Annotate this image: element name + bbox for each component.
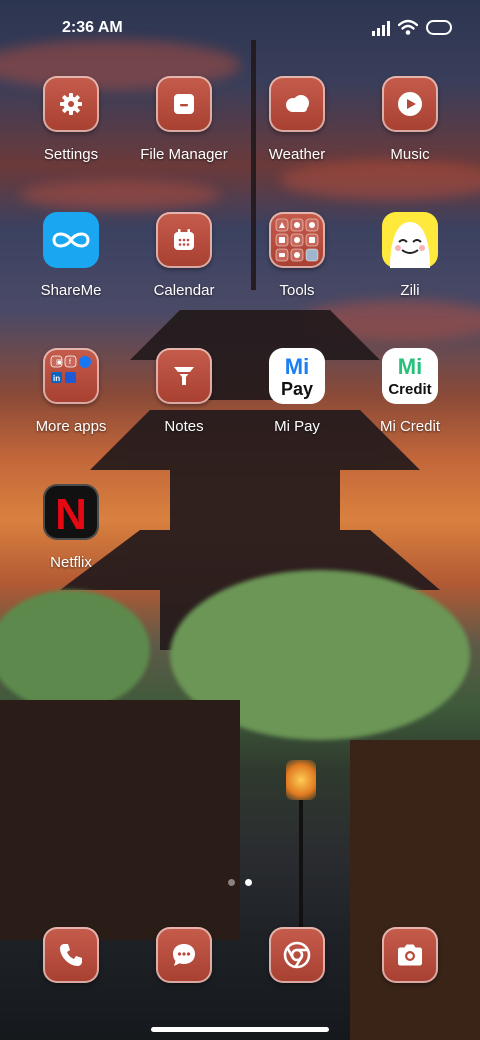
app-mi-credit[interactable]: Mi Credit Mi Credit (354, 348, 466, 435)
app-settings[interactable]: Settings (15, 76, 127, 163)
app-label: Music (390, 146, 430, 163)
logo-mi: Mi (398, 354, 422, 379)
app-file-manager[interactable]: File Manager (128, 76, 240, 163)
status-time: 2:36 AM (62, 19, 123, 36)
netflix-icon: N (43, 484, 99, 540)
dock-phone[interactable] (43, 927, 99, 983)
app-label: Netflix (50, 554, 92, 571)
app-label: Tools (279, 282, 315, 299)
app-calendar[interactable]: Calendar (128, 212, 240, 299)
status-bar: 2:36 AM (0, 0, 480, 56)
page-dot-active[interactable] (245, 879, 252, 886)
mi-pay-icon: Mi Pay (269, 348, 325, 404)
folder-icon (156, 76, 212, 132)
app-notes[interactable]: Notes (128, 348, 240, 435)
logo-credit: Credit (388, 381, 431, 398)
app-label: Notes (164, 418, 204, 435)
app-shareme[interactable]: ShareMe (15, 212, 127, 299)
dock-messages[interactable] (156, 927, 212, 983)
app-weather[interactable]: Weather (241, 76, 353, 163)
logo-pay: Pay (281, 379, 313, 399)
app-label: Weather (268, 146, 326, 163)
infinity-icon (43, 212, 99, 268)
phone-icon (43, 927, 99, 983)
svg-text:f: f (69, 359, 71, 366)
netflix-logo: N (55, 490, 87, 535)
app-zili[interactable]: Zili (354, 212, 466, 299)
camera-icon (382, 927, 438, 983)
more-apps-folder-icon: in ▣ f (43, 348, 99, 404)
wifi-icon (398, 19, 418, 35)
play-icon (382, 76, 438, 132)
app-mi-pay[interactable]: Mi Pay Mi Pay (241, 348, 353, 435)
app-folder-tools[interactable]: Tools (241, 212, 353, 299)
page-dot[interactable] (228, 879, 235, 886)
app-label: Settings (43, 146, 99, 163)
calendar-icon (156, 212, 212, 268)
app-label: Calendar (153, 282, 215, 299)
gear-icon (43, 76, 99, 132)
app-netflix[interactable]: N Netflix (15, 484, 127, 571)
app-label: Zili (400, 282, 420, 299)
app-label: Mi Credit (379, 418, 440, 435)
battery-icon (426, 20, 452, 35)
dock-chrome[interactable] (269, 927, 325, 983)
app-music[interactable]: Music (354, 76, 466, 163)
home-indicator[interactable] (151, 1027, 329, 1032)
svg-text:▣: ▣ (56, 359, 63, 366)
message-icon (156, 927, 212, 983)
zili-face-icon (382, 212, 438, 268)
app-label: ShareMe (40, 282, 102, 299)
mi-credit-icon: Mi Credit (382, 348, 438, 404)
tools-folder-icon (269, 212, 325, 268)
notes-icon (156, 348, 212, 404)
cloud-icon (269, 76, 325, 132)
app-label: Mi Pay (274, 418, 320, 435)
svg-text:in: in (53, 374, 60, 383)
chrome-icon (269, 927, 325, 983)
logo-mi: Mi (285, 354, 309, 379)
app-label: File Manager (140, 146, 228, 163)
signal-icon (372, 20, 392, 36)
app-label: More apps (35, 418, 107, 435)
app-folder-more-apps[interactable]: in ▣ f More apps (15, 348, 127, 435)
dock-camera[interactable] (382, 927, 438, 983)
